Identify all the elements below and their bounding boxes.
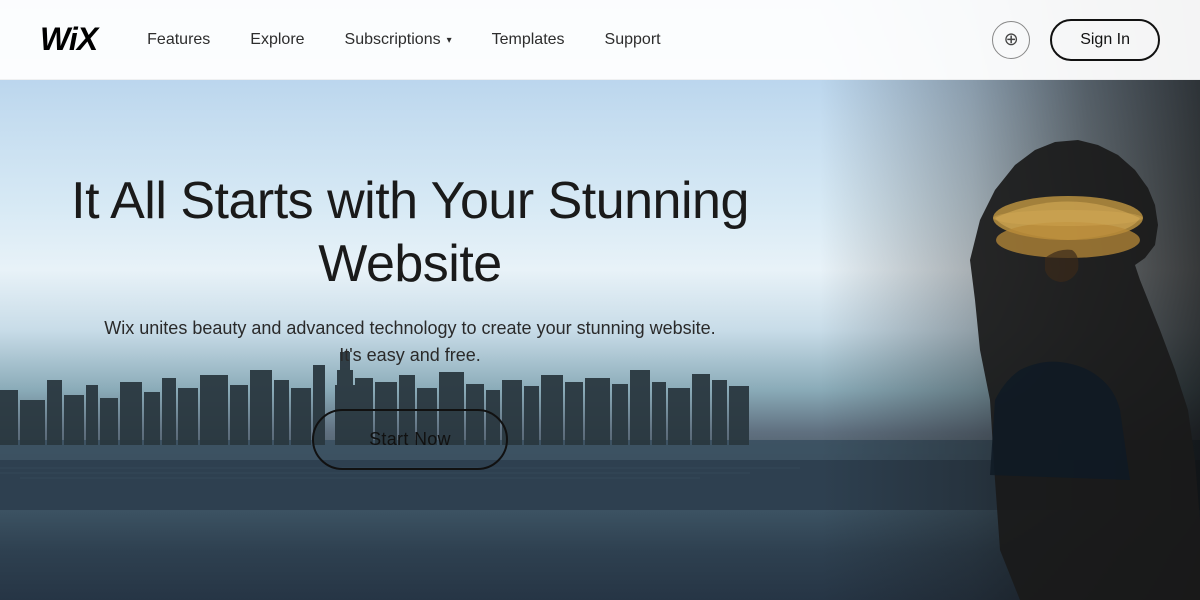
nav-subscriptions[interactable]: Subscriptions ▾	[345, 31, 452, 49]
nav-right: ⊕ Sign In	[992, 19, 1160, 61]
wix-logo[interactable]: WiX	[40, 21, 97, 58]
hero-title: It All Starts with Your Stunning Website	[0, 170, 820, 295]
hero-subtitle: Wix unites beauty and advanced technolog…	[100, 315, 720, 369]
language-selector-button[interactable]: ⊕	[992, 21, 1030, 59]
logo-text: WiX	[40, 21, 97, 57]
start-now-button[interactable]: Start Now	[312, 409, 508, 470]
nav-features[interactable]: Features	[147, 31, 210, 49]
globe-icon: ⊕	[1004, 29, 1019, 50]
nav-support[interactable]: Support	[605, 31, 661, 49]
page-wrapper: WiX Features Explore Subscriptions ▾ Tem…	[0, 0, 1200, 600]
nav-subscriptions-label: Subscriptions	[345, 31, 441, 49]
chevron-down-icon: ▾	[447, 35, 452, 46]
nav-explore[interactable]: Explore	[250, 31, 304, 49]
hero-content: It All Starts with Your Stunning Website…	[0, 80, 820, 600]
person-figure	[820, 100, 1200, 600]
nav-templates[interactable]: Templates	[492, 31, 565, 49]
navbar: WiX Features Explore Subscriptions ▾ Tem…	[0, 0, 1200, 80]
nav-links: Features Explore Subscriptions ▾ Templat…	[147, 31, 992, 49]
sign-in-button[interactable]: Sign In	[1050, 19, 1160, 61]
